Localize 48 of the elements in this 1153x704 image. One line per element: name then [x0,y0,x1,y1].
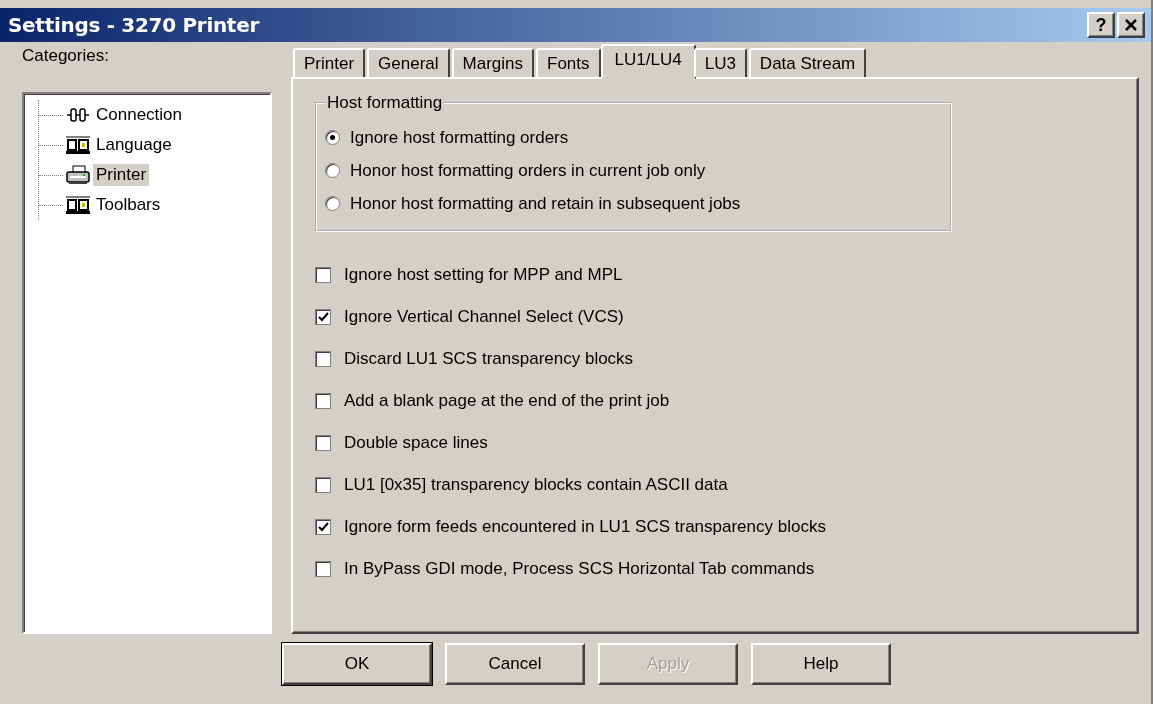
checkbox[interactable] [315,308,331,325]
checkbox[interactable] [315,560,331,577]
checkbox-label: Ignore host setting for MPP and MPL [344,264,623,285]
tab[interactable]: Printer [293,48,366,77]
checkbox-label: Discard LU1 SCS transparency blocks [344,348,634,369]
checkbox-label: In ByPass GDI mode, Process SCS Horizontal Tab commands [344,558,815,579]
close-icon [1124,18,1138,32]
tree-item[interactable]: Printer [93,164,150,186]
checkbox[interactable] [315,476,331,493]
radio-button[interactable] [325,196,340,211]
help-button[interactable]: ? [1087,12,1115,38]
tree-item[interactable]: Toolbars [93,194,164,216]
panel-icon [66,195,90,215]
tab[interactable]: LU1/LU4 [600,44,696,79]
checkbox[interactable] [315,350,331,367]
checkbox[interactable] [315,518,331,535]
tab[interactable]: General [367,48,450,77]
window-title: Settings - 3270 Printer [8,13,261,37]
group-title: Host formatting [326,93,444,113]
dialog-button[interactable]: OK [282,643,432,685]
checkbox[interactable] [315,266,331,283]
connection-icon [66,105,90,125]
radio-button[interactable] [325,130,340,145]
categories-label: Categories: [22,45,110,67]
tree-item[interactable]: Language [93,134,175,156]
check-icon [317,311,329,322]
radio-button[interactable] [325,163,340,178]
checkbox-label: Add a blank page at the end of the print job [344,390,670,411]
printer-icon [66,165,90,185]
tab[interactable]: Data Stream [748,48,867,77]
checkbox[interactable] [315,434,331,451]
checkbox[interactable] [315,392,331,409]
tab[interactable]: Fonts [536,48,601,77]
panel-icon [66,135,90,155]
dialog-button[interactable]: Cancel [445,643,585,685]
radio-label: Honor host formatting and retain in subsequent jobs [350,193,741,214]
checkbox-label: Double space lines [344,432,488,453]
tab[interactable]: LU3 [693,48,747,77]
close-button[interactable] [1117,12,1145,38]
check-icon [317,521,329,532]
checkbox-label: Ignore form feeds encountered in LU1 SCS transparency blocks [344,516,826,537]
checkbox-label: LU1 [0x35] transparency blocks contain ASCII data [344,474,728,495]
radio-label: Ignore host formatting orders [350,127,569,148]
radio-label: Honor host formatting orders in current job only [350,160,706,181]
dialog-button[interactable]: Help [751,643,891,685]
tree-item[interactable]: Connection [93,104,185,126]
checkbox-label: Ignore Vertical Channel Select (VCS) [344,306,624,327]
tab[interactable]: Margins [451,48,535,77]
